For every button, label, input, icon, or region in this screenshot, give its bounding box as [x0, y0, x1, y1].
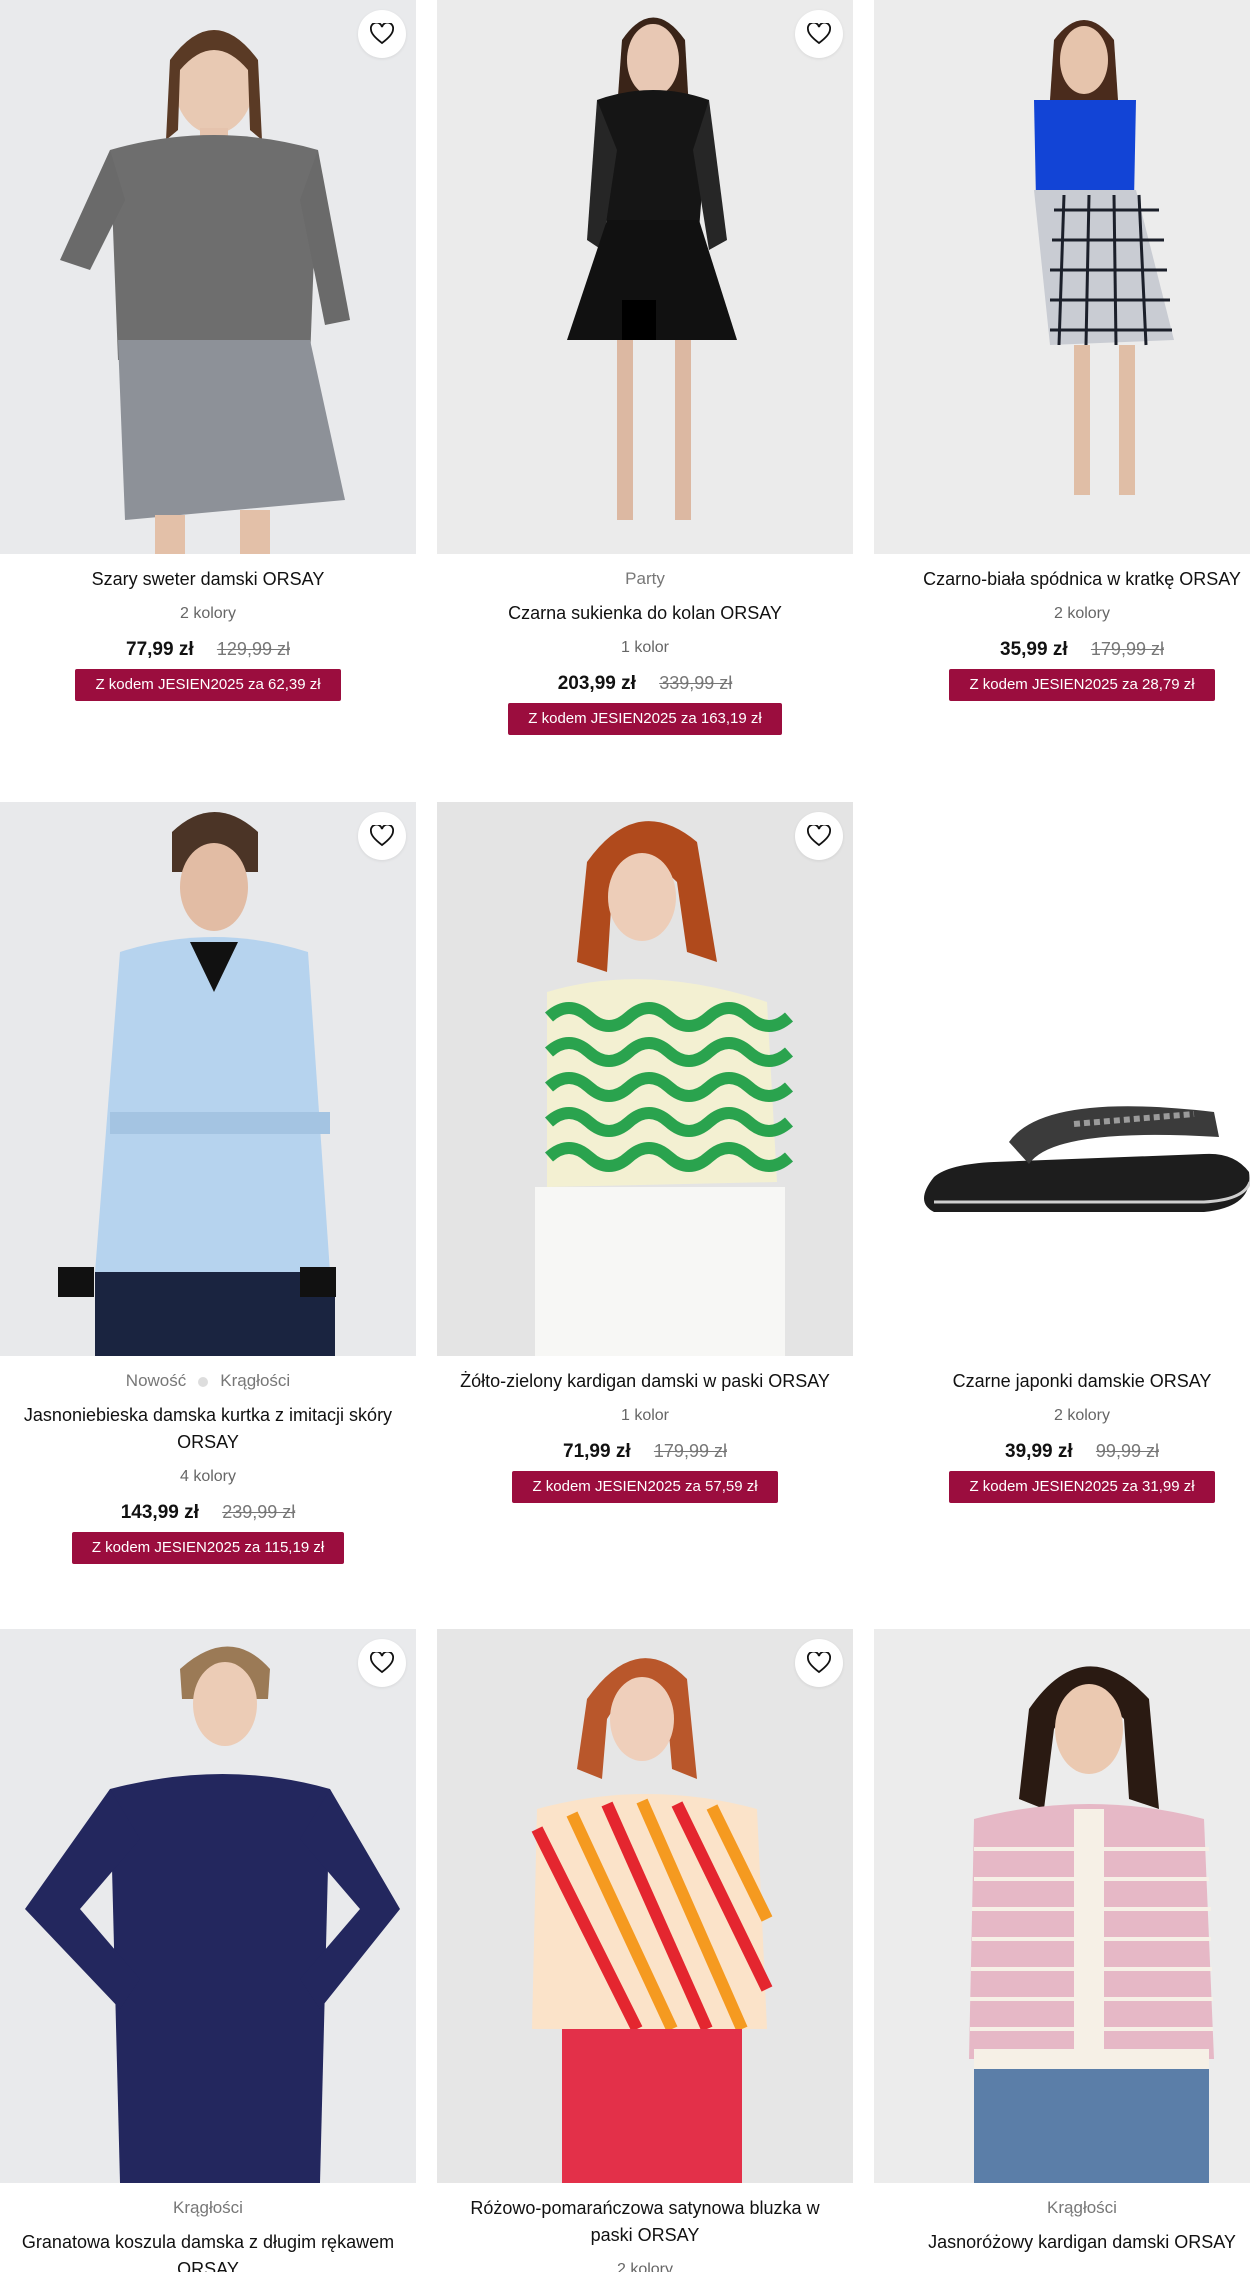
heart-outline-icon [370, 23, 394, 45]
heart-outline-icon [807, 825, 831, 847]
product-tags: Krągłości [0, 2195, 416, 2221]
product-card[interactable]: Szary sweter damski ORSAY 2 kolory 77,99… [0, 0, 416, 701]
product-prices: 77,99 zł 129,99 zł [0, 636, 416, 663]
product-tags: Party [437, 566, 853, 592]
product-info: Nowość Krągłości Jasnoniebieska damska ku… [0, 1356, 416, 1564]
product-info: Szary sweter damski ORSAY 2 kolory 77,99… [0, 554, 416, 701]
add-to-wishlist-button[interactable] [358, 1639, 406, 1687]
product-colors: 2 kolory [179, 605, 237, 622]
product-card[interactable]: Krągłości Jasnoróżowy kardigan damski OR… [874, 1629, 1250, 2265]
add-to-wishlist-button[interactable] [795, 812, 843, 860]
old-price: 239,99 zł [222, 1502, 296, 1522]
tag-curvy: Krągłości [1047, 2198, 1117, 2217]
product-info: Żółto-zielony kardigan damski w paski OR… [437, 1356, 853, 1503]
product-title[interactable]: Żółto-zielony kardigan damski w paski OR… [437, 1368, 853, 1395]
product-card[interactable]: Żółto-zielony kardigan damski w paski OR… [437, 802, 853, 1503]
product-image[interactable] [874, 802, 1250, 1356]
current-price: 203,99 zł [557, 673, 636, 694]
promo-code-badge: Z kodem JESIEN2025 za 57,59 zł [512, 1471, 778, 1503]
product-image[interactable] [0, 1629, 416, 2183]
product-photo-navy-shirt [0, 1629, 416, 2183]
product-info: Krągłości Granatowa koszula damska z dłu… [0, 2183, 416, 2272]
product-info: Czarne japonki damskie ORSAY 2 kolory 39… [874, 1356, 1250, 1503]
heart-outline-icon [807, 1652, 831, 1674]
product-prices: 35,99 zł 179,99 zł [874, 636, 1250, 663]
product-photo-green-cardigan [437, 802, 853, 1356]
product-image[interactable] [0, 802, 416, 1356]
product-card[interactable]: Czarno-biała spódnica w kratkę ORSAY 2 k… [874, 0, 1250, 701]
product-tags: Krągłości [874, 2195, 1250, 2221]
product-prices: 203,99 zł 339,99 zł [437, 670, 853, 697]
product-image[interactable] [874, 1629, 1250, 2183]
product-info: Krągłości Jasnoróżowy kardigan damski OR… [874, 2183, 1250, 2256]
tag-curvy: Krągłości [173, 2198, 243, 2217]
current-price: 35,99 zł [1000, 639, 1068, 660]
product-title[interactable]: Jasnoróżowy kardigan damski ORSAY [874, 2229, 1250, 2256]
add-to-wishlist-button[interactable] [358, 10, 406, 58]
current-price: 71,99 zł [563, 1441, 631, 1462]
current-price: 39,99 zł [1005, 1441, 1073, 1462]
heart-outline-icon [807, 23, 831, 45]
add-to-wishlist-button[interactable] [795, 1639, 843, 1687]
product-card[interactable]: Różowo-pomarańczowa satynowa bluzka w pa… [437, 1629, 853, 2272]
product-info: Czarno-biała spódnica w kratkę ORSAY 2 k… [874, 554, 1250, 701]
product-tags: Nowość Krągłości [0, 1368, 416, 1394]
product-title[interactable]: Różowo-pomarańczowa satynowa bluzka w pa… [437, 2195, 853, 2249]
product-title[interactable]: Czarno-biała spódnica w kratkę ORSAY [874, 566, 1250, 593]
tag-party: Party [625, 569, 665, 588]
product-colors: 4 kolory [179, 1468, 237, 1485]
product-photo-black-dress [437, 0, 853, 554]
product-title[interactable]: Czarne japonki damskie ORSAY [874, 1368, 1250, 1395]
product-card[interactable]: Nowość Krągłości Jasnoniebieska damska ku… [0, 802, 416, 1564]
old-price: 179,99 zł [653, 1441, 727, 1461]
product-grid: Szary sweter damski ORSAY 2 kolory 77,99… [0, 0, 1250, 2272]
product-photo-black-flip-flops [874, 802, 1250, 1356]
product-photo-checked-skirt [874, 0, 1250, 554]
product-image[interactable] [437, 802, 853, 1356]
product-photo-blue-jacket [0, 802, 416, 1356]
product-colors: 2 kolory [616, 2261, 674, 2272]
promo-code-badge: Z kodem JESIEN2025 za 28,79 zł [949, 669, 1215, 701]
tag-new: Nowość [125, 1371, 187, 1390]
product-title[interactable]: Szary sweter damski ORSAY [0, 566, 416, 593]
old-price: 129,99 zł [216, 639, 290, 659]
old-price: 99,99 zł [1095, 1441, 1159, 1461]
old-price: 339,99 zł [659, 673, 733, 693]
heart-outline-icon [370, 825, 394, 847]
product-prices: 71,99 zł 179,99 zł [437, 1438, 853, 1465]
product-info: Różowo-pomarańczowa satynowa bluzka w pa… [437, 2183, 853, 2272]
product-title[interactable]: Granatowa koszula damska z długim rękawe… [0, 2229, 416, 2272]
product-photo-grey-sweater [0, 0, 416, 554]
current-price: 77,99 zł [126, 639, 194, 660]
product-card[interactable]: Krągłości Granatowa koszula damska z dłu… [0, 1629, 416, 2272]
product-card[interactable]: Party Czarna sukienka do kolan ORSAY 1 k… [437, 0, 853, 735]
product-title[interactable]: Czarna sukienka do kolan ORSAY [437, 600, 853, 627]
product-colors: 2 kolory [1053, 605, 1111, 622]
product-prices: 39,99 zł 99,99 zł [874, 1438, 1250, 1465]
product-image[interactable] [0, 0, 416, 554]
product-colors: 1 kolor [620, 639, 670, 656]
product-image[interactable] [437, 1629, 853, 2183]
old-price: 179,99 zł [1090, 639, 1164, 659]
product-info: Party Czarna sukienka do kolan ORSAY 1 k… [437, 554, 853, 735]
promo-code-badge: Z kodem JESIEN2025 za 62,39 zł [75, 669, 341, 701]
add-to-wishlist-button[interactable] [358, 812, 406, 860]
product-photo-pink-cardigan [874, 1629, 1250, 2183]
product-photo-striped-blouse [437, 1629, 853, 2183]
product-title[interactable]: Jasnoniebieska damska kurtka z imitacji … [0, 1402, 416, 1456]
current-price: 143,99 zł [120, 1502, 199, 1523]
product-colors: 1 kolor [620, 1407, 670, 1424]
promo-code-badge: Z kodem JESIEN2025 za 115,19 zł [71, 1532, 345, 1564]
product-image[interactable] [437, 0, 853, 554]
product-card[interactable]: Czarne japonki damskie ORSAY 2 kolory 39… [874, 802, 1250, 1503]
add-to-wishlist-button[interactable] [795, 10, 843, 58]
promo-code-badge: Z kodem JESIEN2025 za 163,19 zł [508, 703, 782, 735]
product-image[interactable] [874, 0, 1250, 554]
product-prices: 143,99 zł 239,99 zł [0, 1499, 416, 1526]
product-colors: 2 kolory [1053, 1407, 1111, 1424]
tag-curvy: Krągłości [220, 1371, 291, 1390]
promo-code-badge: Z kodem JESIEN2025 za 31,99 zł [949, 1471, 1215, 1503]
heart-outline-icon [370, 1652, 394, 1674]
tag-separator [198, 1376, 209, 1387]
